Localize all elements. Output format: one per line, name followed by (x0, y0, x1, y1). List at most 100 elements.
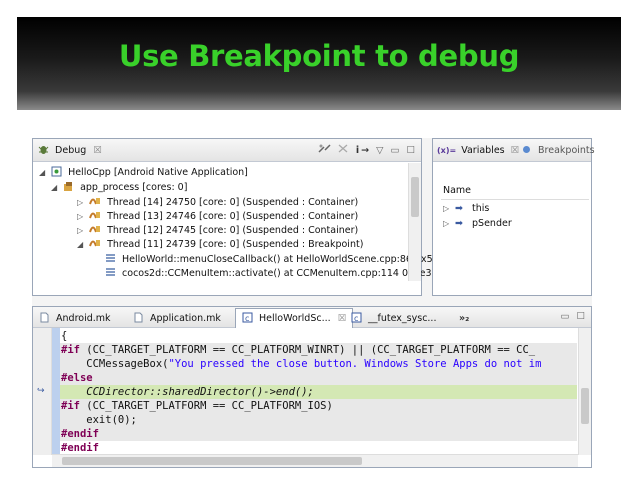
debug-vertical-scrollbar[interactable] (408, 163, 421, 281)
thread-icon (89, 240, 101, 247)
cpp-file-icon: c (242, 312, 253, 323)
editor-tab-label: __futex_sysc... (368, 313, 437, 324)
expand-arrow-icon[interactable]: ◢ (39, 166, 48, 180)
expand-arrow-icon[interactable]: ▷ (77, 210, 86, 224)
disconnect-icon[interactable] (318, 143, 332, 154)
tab-breakpoints-label: Breakpoints (538, 145, 595, 156)
tree-item-stack-frame[interactable]: HelloWorld::menuCloseCallback() at Hello… (105, 253, 433, 267)
stack-frame-icon (106, 254, 115, 262)
scrollbar-thumb[interactable] (411, 177, 419, 217)
thread-icon (89, 226, 101, 233)
tree-item-label: HelloWorld::menuCloseCallback() at Hello… (122, 254, 433, 265)
debug-view: Debug ☒ i→ ▽ ▭ ☐ ◢ HelloCpp [Android Nat… (32, 138, 433, 296)
expand-arrow-icon[interactable]: ◢ (51, 181, 60, 195)
launch-config-icon (51, 166, 62, 177)
editor-tab-active[interactable]: c HelloWorldSc... ☒ (235, 308, 354, 328)
tree-item-label: HelloCpp [Android Native Application] (68, 167, 248, 178)
view-menu-icon[interactable]: ▽ (376, 145, 385, 156)
scrollbar-thumb[interactable] (62, 457, 362, 465)
tab-debug-close-icon[interactable]: ☒ (93, 145, 102, 156)
tree-item-label: cocos2d::CCMenuItem::activate() at CCMen… (122, 268, 432, 279)
variable-name: pSender (472, 218, 512, 229)
minimize-icon[interactable]: ▭ (390, 145, 401, 156)
maximize-icon[interactable]: ☐ (576, 311, 587, 322)
variable-row[interactable]: ▷ ➡ pSender (443, 217, 512, 231)
stack-frame-icon (106, 268, 115, 276)
tab-variables-close-icon[interactable]: ☒ (511, 145, 520, 156)
file-icon (134, 312, 143, 323)
code-line-current[interactable]: CCDirector::sharedDirector()->end(); (61, 385, 314, 399)
header-divider (441, 199, 589, 200)
tree-item-hellocpp[interactable]: ◢ HelloCpp [Android Native Application] (39, 166, 248, 180)
maximize-icon[interactable]: ☐ (406, 145, 417, 156)
code-line[interactable]: #if (CC_TARGET_PLATFORM == CC_PLATFORM_I… (61, 399, 333, 413)
expand-arrow-icon[interactable]: ▷ (443, 217, 452, 231)
svg-text:c: c (354, 314, 358, 323)
tree-item-label: Thread [13] 24746 [core: 0] (Suspended :… (107, 211, 359, 222)
editor-tab-close-icon[interactable]: ☒ (338, 313, 347, 324)
remove-terminated-icon[interactable] (337, 143, 351, 154)
variable-name: this (472, 203, 490, 214)
tab-debug-label: Debug (55, 145, 87, 156)
tab-breakpoints[interactable]: Breakpoints (521, 143, 595, 159)
tab-variables[interactable]: (x)= Variables ☒ (437, 143, 519, 159)
file-icon (40, 312, 49, 323)
variable-row[interactable]: ▷ ➡ this (443, 202, 489, 216)
editor-tab[interactable]: c __futex_sysc... (351, 311, 436, 327)
editor-tab-label: HelloWorldSc... (259, 313, 331, 324)
tree-item-thread-breakpoint[interactable]: ◢ Thread [11] 24739 [core: 0] (Suspended… (77, 238, 363, 252)
eclipse-screenshot: Debug ☒ i→ ▽ ▭ ☐ ◢ HelloCpp [Android Nat… (32, 138, 595, 468)
variable-pointer-icon: ➡ (455, 218, 463, 229)
editor-tabs-overflow[interactable]: »₂ (459, 311, 469, 327)
breakpoints-icon (523, 146, 530, 153)
process-icon (64, 182, 73, 191)
variables-tabbar: (x)= Variables ☒ Breakpoints (433, 139, 595, 162)
code-line[interactable]: #if (CC_TARGET_PLATFORM == CC_PLATFORM_W… (61, 343, 535, 357)
expand-arrow-icon[interactable]: ▷ (77, 196, 86, 210)
editor-tab-label: Android.mk (56, 313, 111, 324)
c-file-icon: c (351, 312, 362, 323)
code-line[interactable]: CCMessageBox("You pressed the close butt… (61, 357, 541, 371)
scrollbar-thumb[interactable] (581, 388, 589, 424)
svg-text:c: c (245, 314, 249, 323)
debug-tabbar: Debug ☒ i→ ▽ ▭ ☐ (33, 139, 421, 162)
code-line[interactable]: #endif (61, 427, 99, 441)
editor-tab[interactable]: Android.mk (39, 311, 111, 327)
slide-title: Use Breakpoint to debug (118, 39, 520, 73)
scope-marker (52, 328, 60, 455)
editor-tab-label: Application.mk (150, 313, 221, 324)
minimize-icon[interactable]: ▭ (560, 311, 571, 322)
tab-variables-label: Variables (461, 145, 505, 156)
editor-horizontal-scrollbar[interactable] (52, 454, 578, 467)
variable-pointer-icon: ➡ (455, 203, 463, 214)
tab-debug[interactable]: Debug ☒ (38, 143, 102, 159)
variables-icon: (x)= (437, 146, 457, 155)
tree-item-label: Thread [11] 24739 [core: 0] (Suspended :… (107, 239, 364, 250)
variables-view: (x)= Variables ☒ Breakpoints Name ▷ ➡ th… (432, 138, 595, 296)
editor-tabbar: Android.mk Application.mk c HelloWorldSc… (33, 307, 591, 328)
tree-item-app-process[interactable]: ◢ app_process [cores: 0] (51, 181, 187, 195)
debug-toolbar: i→ ▽ ▭ ☐ (318, 143, 417, 156)
instruction-pointer-icon: ↪ (37, 386, 45, 396)
thread-icon (89, 212, 101, 219)
code-line[interactable]: #endif (61, 441, 99, 451)
tree-item-thread[interactable]: ▷ Thread [14] 24750 [core: 0] (Suspended… (77, 196, 358, 210)
tree-item-stack-frame[interactable]: cocos2d::CCMenuItem::activate() at CCMen… (105, 267, 432, 281)
expand-arrow-icon[interactable]: ▷ (443, 202, 452, 216)
code-line[interactable]: #else (61, 371, 93, 385)
code-line[interactable]: { (61, 329, 67, 343)
tree-item-thread[interactable]: ▷ Thread [13] 24746 [core: 0] (Suspended… (77, 210, 358, 224)
expand-arrow-icon[interactable]: ▷ (77, 224, 86, 238)
tree-item-thread[interactable]: ▷ Thread [12] 24745 [core: 0] (Suspended… (77, 224, 358, 238)
expand-arrow-icon[interactable]: ◢ (77, 238, 86, 252)
editor-view: Android.mk Application.mk c HelloWorldSc… (32, 306, 592, 468)
editor-window-controls: ▭ ☐ (560, 311, 587, 322)
step-into-icon[interactable]: i→ (356, 145, 371, 156)
editor-tab[interactable]: Application.mk (133, 311, 221, 327)
code-line[interactable]: exit(0); (61, 413, 137, 427)
tree-item-label: Thread [12] 24745 [core: 0] (Suspended :… (107, 225, 359, 236)
tree-item-label: app_process [cores: 0] (80, 182, 188, 193)
editor-vertical-scrollbar[interactable] (578, 328, 591, 455)
thread-icon (89, 198, 101, 205)
slide-title-bar: Use Breakpoint to debug (17, 17, 621, 110)
